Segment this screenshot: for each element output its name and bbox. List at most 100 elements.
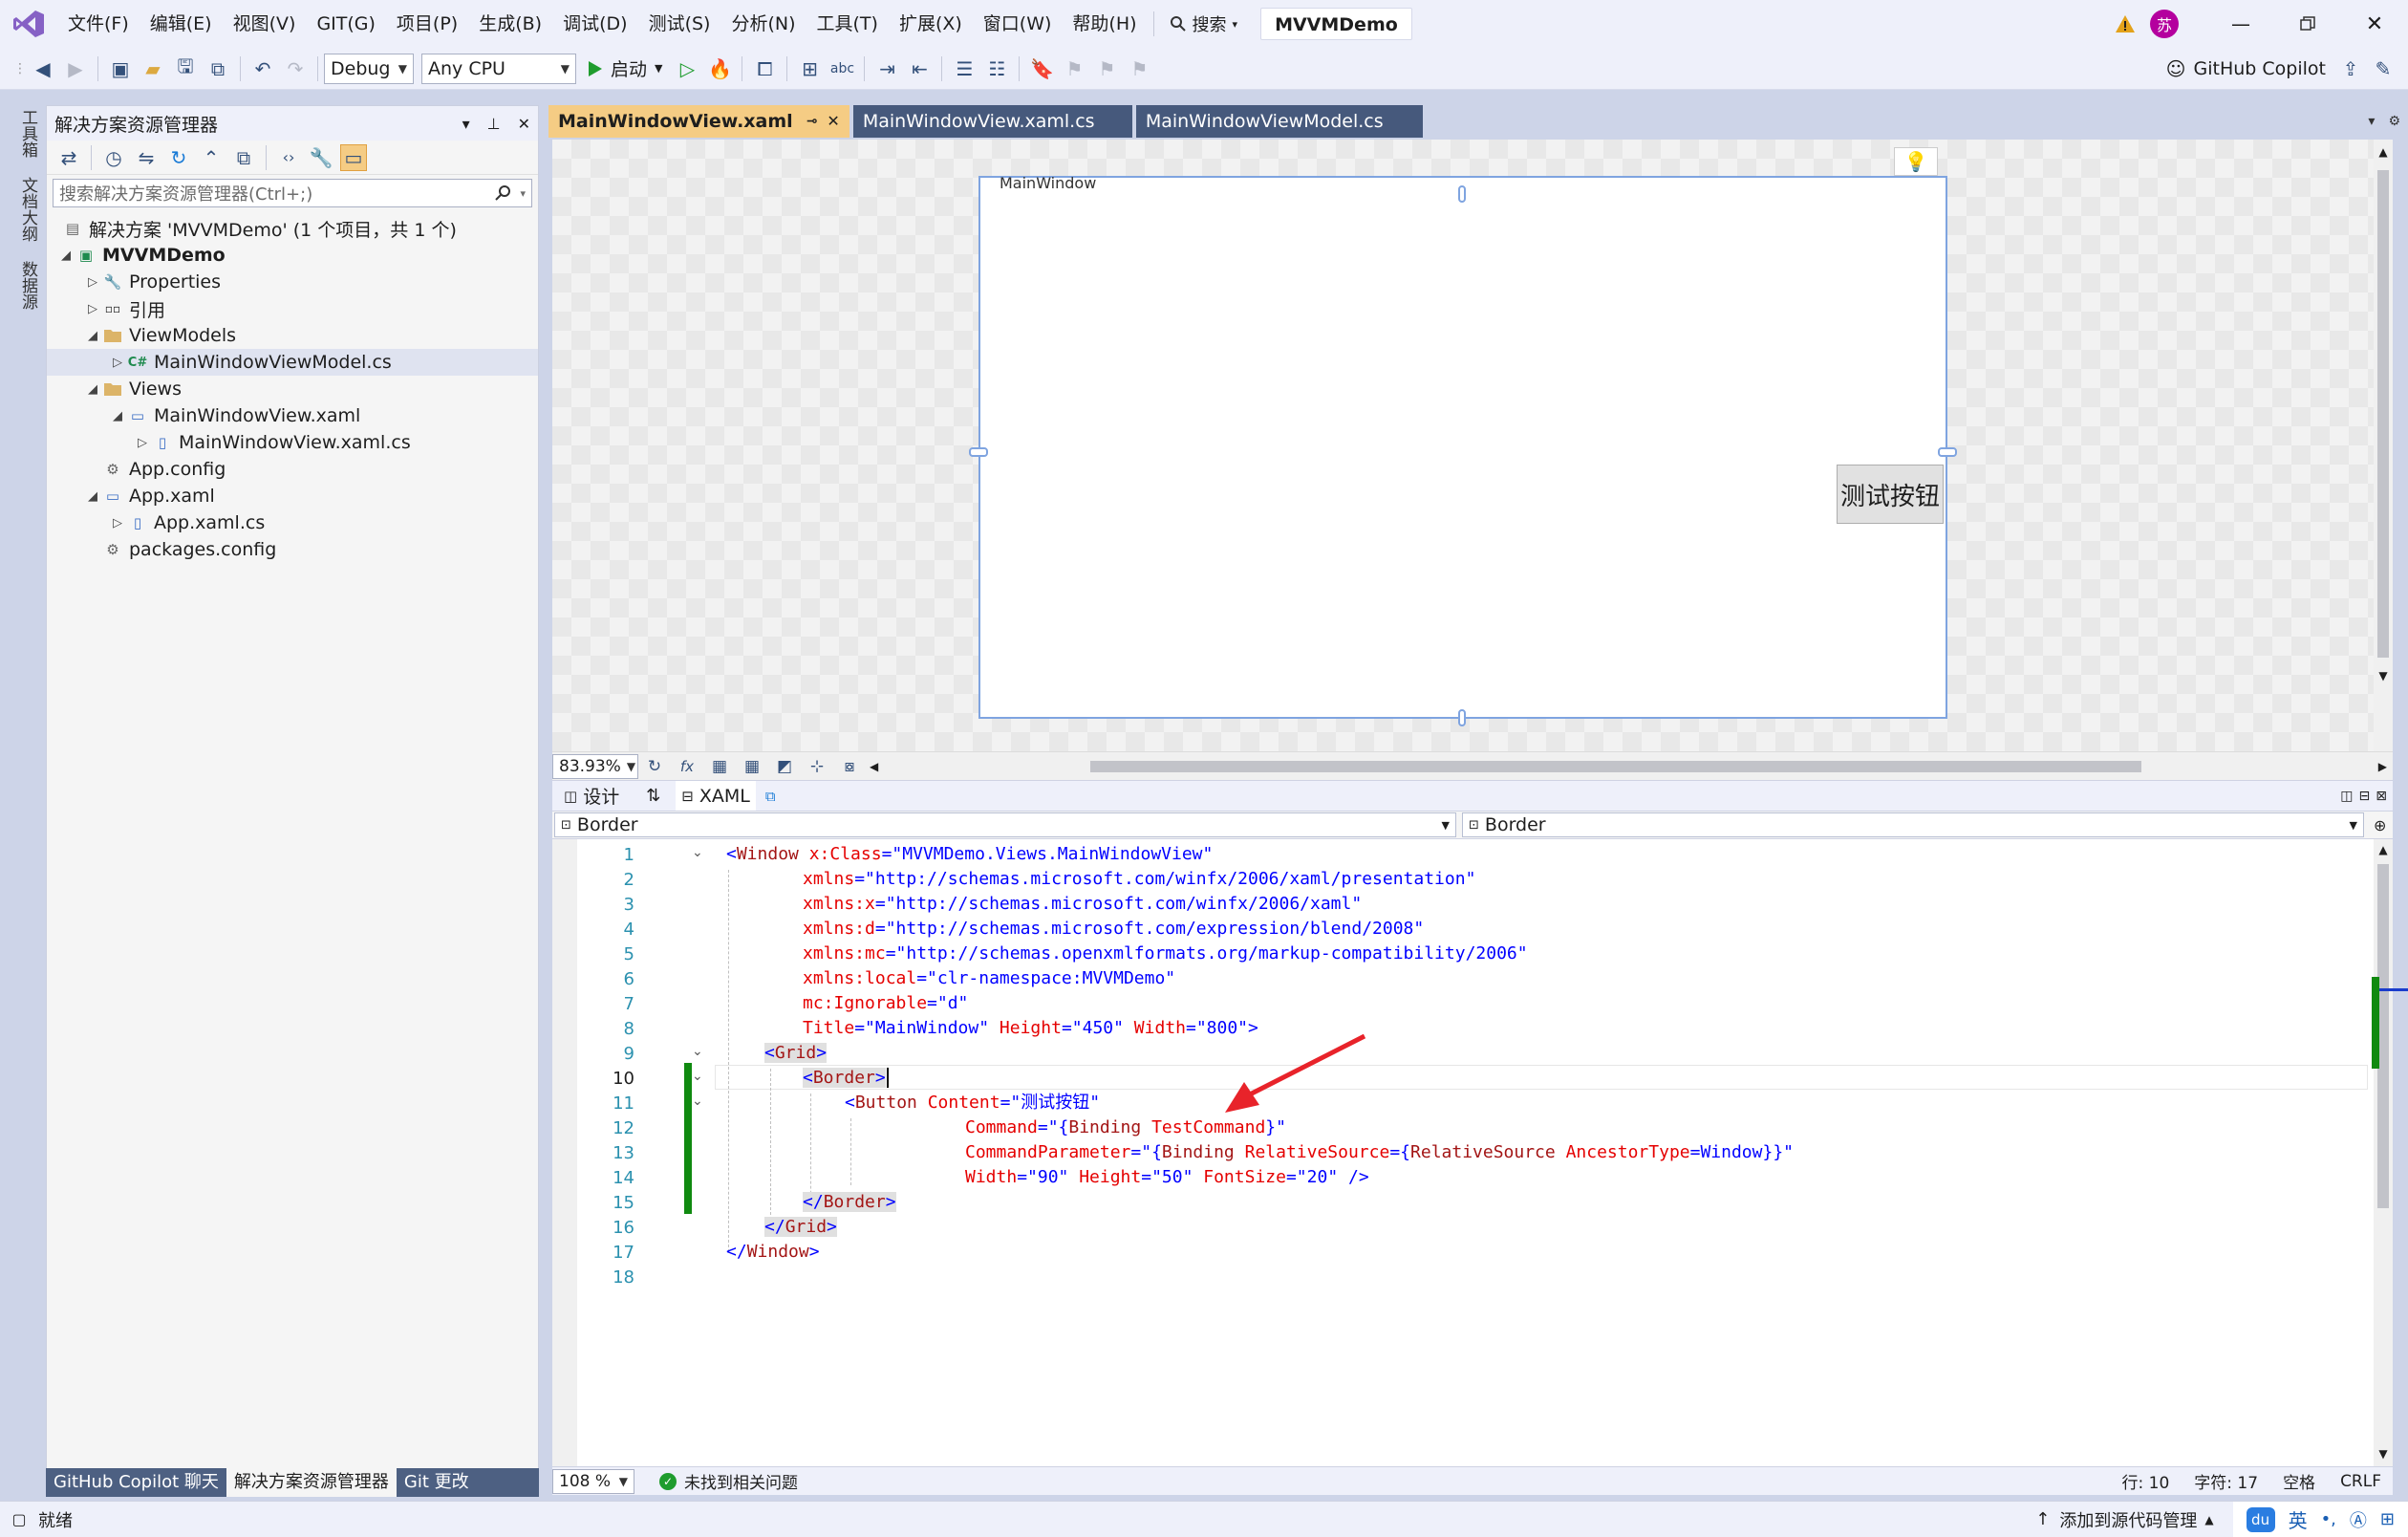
designer-zoom-dropdown[interactable]: 83.93% ▼	[552, 753, 638, 779]
collapse-all-icon[interactable]: ⌃	[198, 144, 225, 171]
code-line[interactable]: <Grid>	[764, 1042, 828, 1065]
fold-toggle-icon[interactable]: ⌄	[692, 845, 703, 860]
spell-check-icon[interactable]: abc	[828, 55, 855, 82]
code-line-current[interactable]: <Border>	[803, 1067, 889, 1090]
fold-toggle-icon[interactable]: ⌄	[692, 1093, 703, 1109]
split-editor-icon[interactable]: ⊕	[2374, 816, 2386, 834]
menu-tools[interactable]: 工具(T)	[806, 0, 889, 48]
tree-item-views[interactable]: ◢ Views	[47, 376, 538, 402]
tab-solution-explorer[interactable]: 解决方案资源管理器	[226, 1468, 397, 1497]
resize-handle-left[interactable]	[969, 447, 988, 457]
code-line[interactable]: Title="MainWindow" Height="450" Width="8…	[803, 1017, 1258, 1040]
grid-icon[interactable]: ▦	[706, 753, 733, 780]
prev-bookmark-icon[interactable]: ⚑	[1061, 55, 1087, 82]
vertical-split-icon[interactable]: ◫	[2340, 789, 2353, 804]
open-folder-icon[interactable]: ▰	[140, 55, 166, 82]
tree-item-mainwindowview-xaml[interactable]: ◢ ▭ MainWindowView.xaml	[47, 402, 538, 429]
ime-menu-icon[interactable]: ⊞	[2380, 1509, 2395, 1529]
resize-handle-bottom[interactable]	[1458, 709, 1466, 726]
expanded-icon[interactable]: ◢	[83, 329, 102, 343]
tab-mainwindowview-xaml[interactable]: MainWindowView.xaml ⊸ ✕	[548, 105, 849, 138]
start-without-debug-icon[interactable]: ▷	[674, 55, 700, 82]
editor-zoom-dropdown[interactable]: 108 % ▼	[552, 1468, 634, 1494]
popout-icon[interactable]: ⧉	[756, 788, 785, 805]
lightbulb-icon[interactable]: 💡	[1894, 147, 1938, 176]
device-icon[interactable]: ⧇	[836, 753, 863, 780]
snap-lines-icon[interactable]: ⊹	[804, 753, 830, 780]
tree-item-app-config[interactable]: ⚙ App.config	[47, 456, 538, 483]
save-all-icon[interactable]: ⧉	[204, 55, 231, 82]
scroll-left-icon[interactable]: ◀	[870, 760, 878, 773]
xaml-designer-canvas[interactable]: MainWindow 测试按钮 💡	[552, 140, 2374, 751]
properties-icon[interactable]: 🔧	[308, 144, 334, 171]
code-line[interactable]: </Border>	[803, 1191, 896, 1214]
line-ending-indicator[interactable]: CRLF	[2340, 1472, 2381, 1491]
chevron-down-icon[interactable]: ▾	[520, 187, 526, 200]
fold-toggle-icon[interactable]: ⌄	[692, 1044, 703, 1059]
expanded-icon[interactable]: ◢	[83, 382, 102, 397]
menu-test[interactable]: 测试(S)	[638, 0, 721, 48]
punctuation-icon[interactable]: •,	[2321, 1509, 2336, 1529]
next-bookmark-icon[interactable]: ⚑	[1093, 55, 1120, 82]
code-line[interactable]: xmlns:mc="http://schemas.openxmlformats.…	[803, 942, 1528, 965]
pending-changes-icon[interactable]: ⇋	[133, 144, 160, 171]
forward-icon[interactable]: ▶	[62, 55, 89, 82]
code-line[interactable]: <Window x:Class="MVVMDemo.Views.MainWind…	[726, 843, 1213, 866]
fold-toggle-icon[interactable]: ⌄	[692, 1069, 703, 1084]
scroll-down-icon[interactable]: ▼	[2374, 669, 2393, 682]
menu-git[interactable]: GIT(G)	[306, 0, 385, 48]
test-button[interactable]: 测试按钮	[1837, 465, 1944, 524]
hot-reload-icon[interactable]: 🔥	[706, 55, 733, 82]
browse-icon[interactable]: ⧠	[751, 55, 778, 82]
code-line[interactable]: xmlns:x="http://schemas.microsoft.com/wi…	[803, 893, 1362, 916]
search-menu[interactable]: 搜索 ▾	[1160, 0, 1248, 48]
dropdown-icon[interactable]: ▾	[462, 115, 470, 133]
comment-icon[interactable]: ☰	[951, 55, 978, 82]
minimize-icon[interactable]: —	[2207, 12, 2274, 35]
code-line[interactable]: mc:Ignorable="d"	[803, 992, 968, 1015]
tree-item-app-xaml-cs[interactable]: ▷ ▯ App.xaml.cs	[47, 509, 538, 536]
ime-user-icon[interactable]: Ⓐ	[2350, 1507, 2367, 1532]
feedback-icon[interactable]: ✎	[2370, 55, 2397, 82]
horizontal-split-icon[interactable]: ⊟	[2359, 789, 2371, 804]
restore-icon[interactable]	[2274, 16, 2341, 32]
close-panel-icon[interactable]: ✕	[518, 115, 530, 133]
config-dropdown[interactable]: Debug ▼	[324, 53, 414, 84]
tree-item-references[interactable]: ▷ ▫▫ 引用	[47, 295, 538, 322]
code-line[interactable]: <Button Content="测试按钮"	[845, 1092, 1100, 1115]
collapse-pane-icon[interactable]: ⊠	[2376, 789, 2387, 804]
settings-icon[interactable]: ⚙	[2388, 114, 2400, 129]
element-scope-dropdown[interactable]: ⊡ Border ▼	[554, 812, 1456, 837]
resize-handle-right[interactable]	[1938, 447, 1957, 457]
show-all-files-icon[interactable]: ⧉	[230, 144, 257, 171]
solution-search-input[interactable]: 搜索解决方案资源管理器(Ctrl+;) ▾	[53, 179, 532, 207]
artboard-icon[interactable]: ◩	[771, 753, 798, 780]
pin-icon[interactable]: ⊸	[806, 105, 818, 138]
start-button[interactable]: 启动 ▼	[588, 55, 662, 81]
side-tab-document-outline[interactable]: 文档大纲	[6, 171, 40, 248]
notification-icon[interactable]: ▢	[0, 1510, 38, 1528]
undo-icon[interactable]: ↶	[249, 55, 276, 82]
clear-bookmark-icon[interactable]: ⚑	[1126, 55, 1152, 82]
horizontal-scroll-track[interactable]	[886, 760, 2371, 773]
tree-item-mainwindowviewmodel[interactable]: ▷ C# MainWindowViewModel.cs	[47, 349, 538, 376]
add-to-source-control-button[interactable]: ↑ 添加到源代码管理 ▲	[2035, 1507, 2213, 1532]
menu-project[interactable]: 项目(P)	[386, 0, 468, 48]
resize-handle-top[interactable]	[1458, 185, 1466, 203]
expanded-icon[interactable]: ◢	[83, 489, 102, 504]
platform-dropdown[interactable]: Any CPU ▼	[421, 53, 576, 84]
tree-item-solution[interactable]: ▤ 解决方案 'MVVMDemo' (1 个项目，共 1 个)	[47, 215, 538, 242]
side-tab-data-sources[interactable]: 数据源	[6, 255, 40, 315]
menu-build[interactable]: 生成(B)	[468, 0, 552, 48]
ime-language-label[interactable]: 英	[2289, 1505, 2308, 1533]
designer-window-preview[interactable]: MainWindow 测试按钮	[978, 176, 1947, 719]
collapsed-icon[interactable]: ▷	[108, 516, 127, 530]
new-project-icon[interactable]: ▣	[107, 55, 134, 82]
menu-edit[interactable]: 编辑(E)	[140, 0, 223, 48]
copilot-button[interactable]: ☺ GitHub Copilot	[2166, 57, 2326, 80]
editor-vertical-scrollbar[interactable]: ▲ ▼	[2374, 839, 2393, 1466]
code-line[interactable]: </Window>	[726, 1241, 820, 1264]
menu-extensions[interactable]: 扩展(X)	[889, 0, 973, 48]
warning-icon[interactable]	[2106, 14, 2144, 33]
tab-copilot-chat[interactable]: GitHub Copilot 聊天	[46, 1468, 226, 1497]
